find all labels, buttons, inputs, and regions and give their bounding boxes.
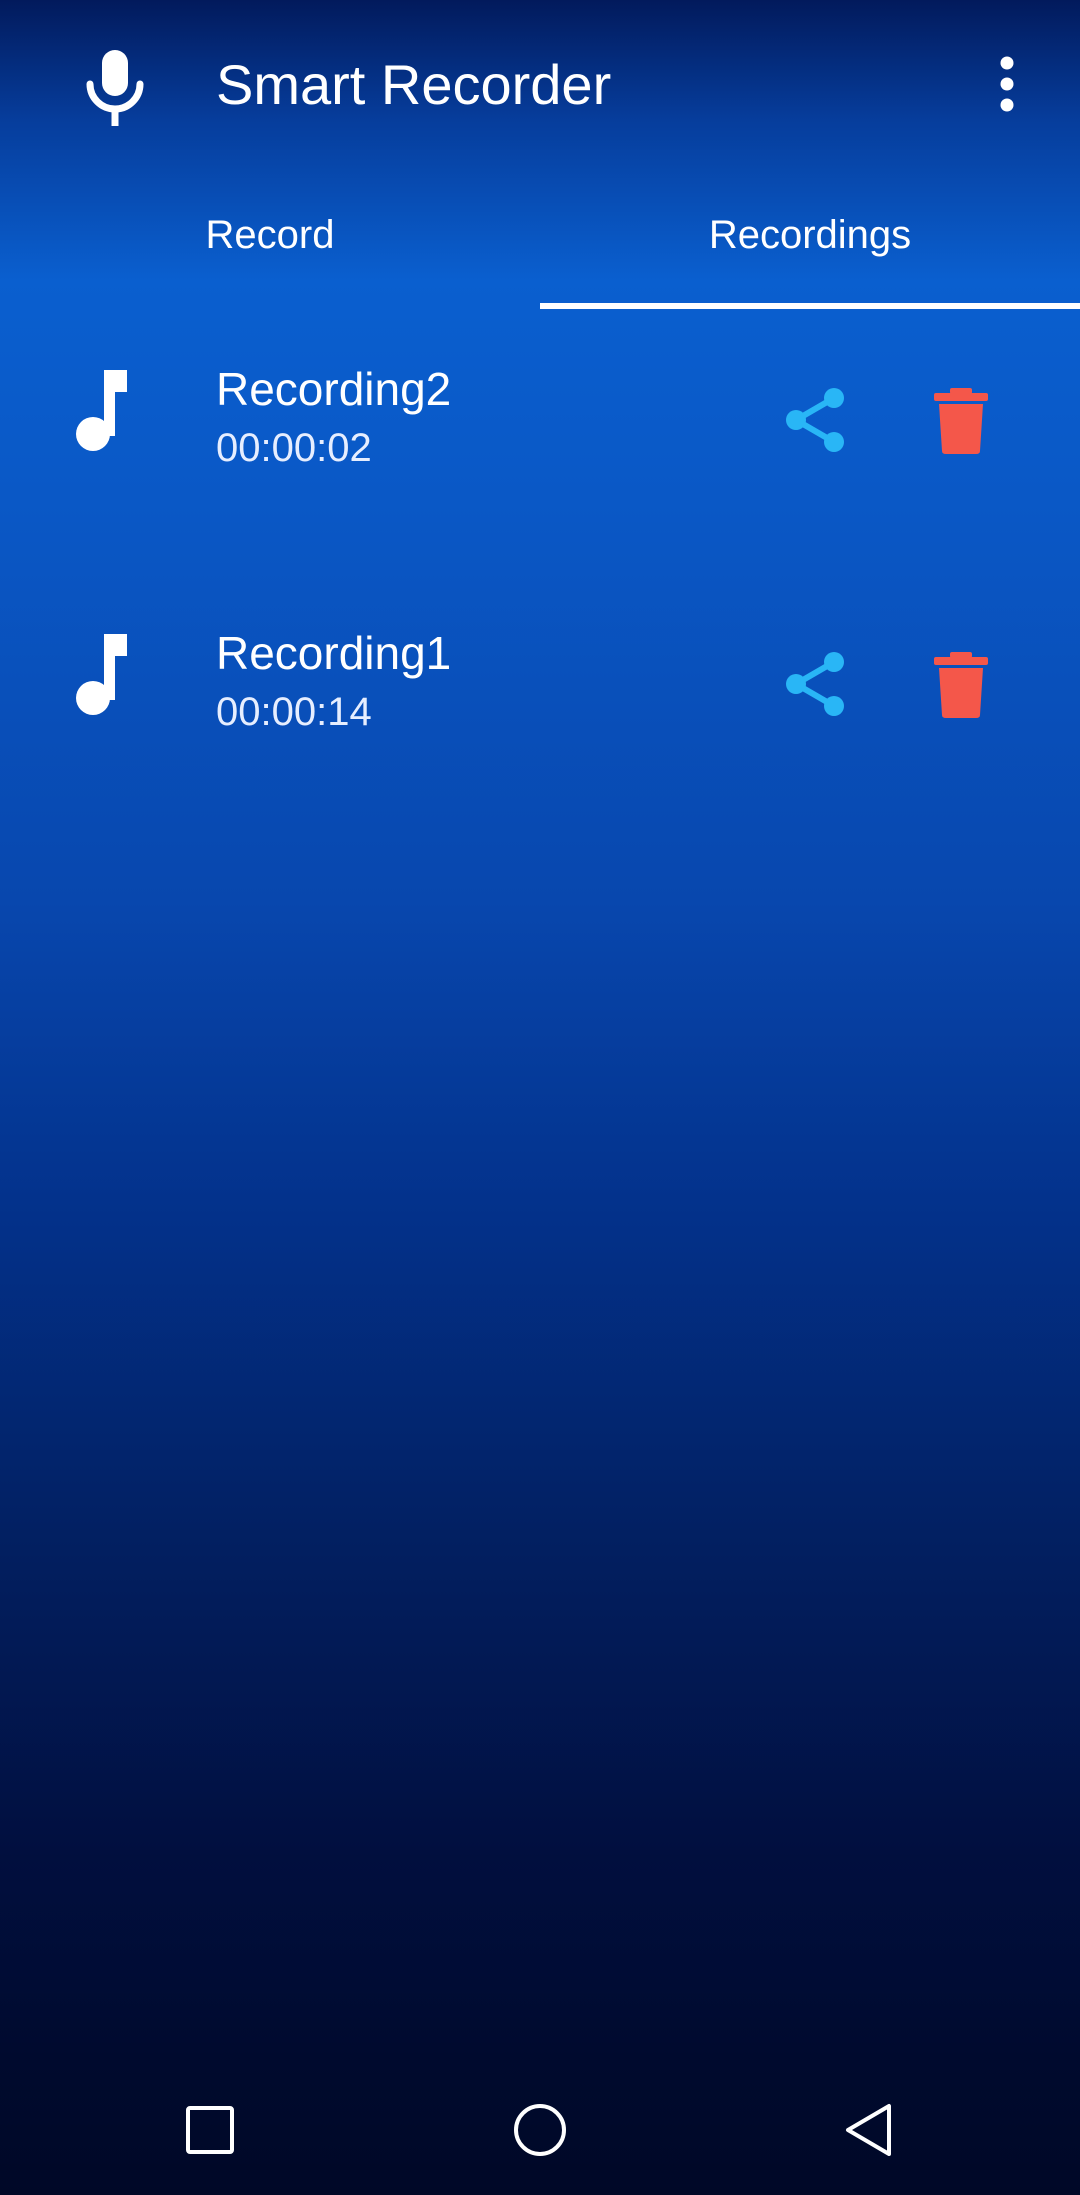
recording-duration: 00:00:14 <box>216 690 372 734</box>
system-navigation-bar <box>0 2060 1080 2195</box>
delete-icon[interactable] <box>932 652 990 718</box>
share-icon[interactable] <box>784 386 848 454</box>
selected-tab-indicator <box>540 303 1080 309</box>
tab-record[interactable]: Record <box>0 170 540 312</box>
tab-recordings-label: Recordings <box>708 212 912 257</box>
recordings-list: Recording2 00:00:02 Recording1 00:00:14 <box>0 312 1080 840</box>
home-circle-icon[interactable] <box>510 2100 570 2160</box>
recording-name: Recording2 <box>216 363 452 415</box>
music-note-icon <box>76 634 127 715</box>
delete-icon[interactable] <box>932 388 990 454</box>
more-options-icon[interactable] <box>980 54 1034 114</box>
tab-record-label: Record <box>205 212 335 257</box>
back-triangle-icon[interactable] <box>840 2100 900 2160</box>
app-title: Smart Recorder <box>216 53 612 116</box>
recording-duration: 00:00:02 <box>216 426 372 470</box>
list-item[interactable]: Recording2 00:00:02 <box>0 312 1080 576</box>
recents-square-icon[interactable] <box>180 2100 240 2160</box>
share-icon[interactable] <box>784 650 848 718</box>
tab-bar: Record Recordings <box>0 170 1080 312</box>
recording-name: Recording1 <box>216 627 452 679</box>
microphone-icon <box>86 50 144 126</box>
music-note-icon <box>76 370 127 451</box>
list-item[interactable]: Recording1 00:00:14 <box>0 576 1080 840</box>
tab-recordings[interactable]: Recordings <box>540 170 1080 312</box>
app-bar: Smart Recorder <box>0 0 1080 170</box>
